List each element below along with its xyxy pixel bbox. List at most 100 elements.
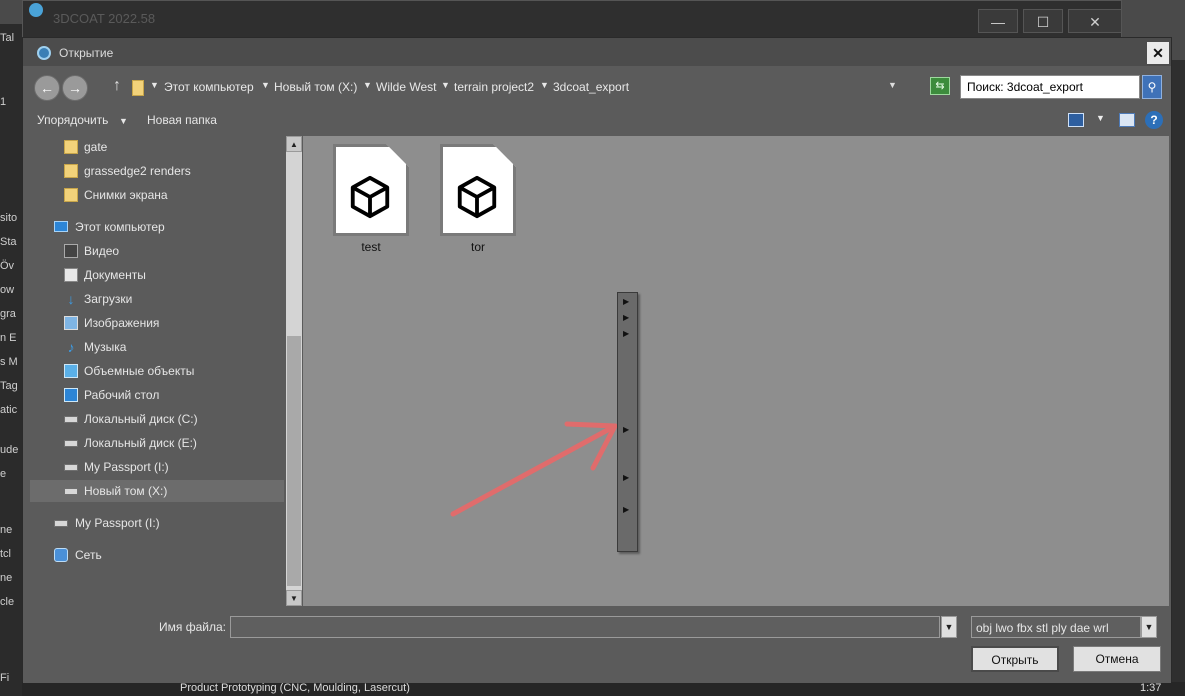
tree-item[interactable]: gate bbox=[30, 136, 284, 158]
tree-item[interactable]: Объемные объекты bbox=[30, 360, 284, 382]
filename-input[interactable] bbox=[230, 616, 940, 638]
scroll-up-arrow-icon[interactable]: ▲ bbox=[286, 136, 302, 152]
background-minimize-button[interactable]: — bbox=[978, 9, 1018, 33]
background-left-text: s M bbox=[0, 356, 18, 368]
tree-item-label: My Passport (I:) bbox=[75, 516, 160, 530]
submenu-arrow-icon[interactable]: ▶ bbox=[623, 425, 629, 434]
background-right-panel bbox=[1172, 60, 1185, 696]
background-maximize-button[interactable]: ☐ bbox=[1023, 9, 1063, 33]
tree-item[interactable]: Видео bbox=[30, 240, 284, 262]
dialog-toolbar: Упорядочить ▼ Новая папка ▼ ? bbox=[23, 107, 1171, 133]
help-icon[interactable]: ? bbox=[1145, 111, 1163, 129]
collapsed-context-menu[interactable]: ▶ ▶ ▶ ▶ ▶ ▶ bbox=[617, 292, 638, 552]
address-history-dropdown[interactable]: ▼ bbox=[888, 80, 897, 90]
tree-item[interactable]: Изображения bbox=[30, 312, 284, 334]
scroll-down-arrow-icon[interactable]: ▼ bbox=[286, 590, 302, 606]
background-left-text: Sta bbox=[0, 236, 17, 248]
tree-item-label: Объемные объекты bbox=[84, 364, 195, 378]
search-input[interactable] bbox=[967, 80, 1107, 94]
tree-item[interactable]: Локальный диск (E:) bbox=[30, 432, 284, 454]
refresh-button[interactable]: ⇆ bbox=[930, 77, 950, 95]
tree-item-selected[interactable]: Новый том (X:) bbox=[30, 480, 284, 502]
breadcrumb-item[interactable]: Новый том (X:) bbox=[274, 80, 357, 94]
back-button[interactable]: ← bbox=[34, 75, 60, 101]
organize-button[interactable]: Упорядочить bbox=[37, 113, 108, 127]
tree-item-label: Музыка bbox=[84, 340, 127, 354]
forward-button[interactable]: → bbox=[62, 75, 88, 101]
background-close-button[interactable]: ✕ bbox=[1068, 9, 1122, 33]
dialog-close-button[interactable]: ✕ bbox=[1147, 42, 1169, 64]
chevron-down-icon[interactable]: ▼ bbox=[441, 80, 450, 90]
chevron-down-icon[interactable]: ▼ bbox=[1141, 616, 1157, 638]
tree-item[interactable]: ↓ Загрузки bbox=[30, 288, 284, 310]
drive-icon bbox=[54, 520, 68, 527]
background-left-text: Öv bbox=[0, 260, 15, 272]
tree-item[interactable]: Рабочий стол bbox=[30, 384, 284, 406]
chevron-down-icon[interactable]: ▼ bbox=[941, 616, 957, 638]
submenu-arrow-icon[interactable]: ▶ bbox=[623, 297, 629, 306]
new-folder-button[interactable]: Новая папка bbox=[147, 113, 217, 127]
tree-item[interactable]: Локальный диск (C:) bbox=[30, 408, 284, 430]
submenu-arrow-icon[interactable]: ▶ bbox=[623, 505, 629, 514]
tree-item-label: Загрузки bbox=[84, 292, 133, 306]
address-bar[interactable]: ▼ Этот компьютер ▼ Новый том (X:) ▼ Wild… bbox=[128, 76, 904, 100]
open-button[interactable]: Открыть bbox=[971, 646, 1059, 672]
background-left-text: 1 bbox=[0, 96, 7, 108]
folder-icon bbox=[64, 188, 78, 202]
background-left-text: atic bbox=[0, 404, 18, 416]
view-mode-icon[interactable] bbox=[1068, 113, 1084, 127]
drive-icon bbox=[64, 416, 78, 423]
up-folder-icon[interactable]: ↑ bbox=[108, 77, 126, 97]
breadcrumb-item[interactable]: 3dcoat_export bbox=[553, 80, 629, 94]
tree-item[interactable]: My Passport (I:) bbox=[30, 512, 284, 534]
video-icon bbox=[64, 244, 78, 258]
background-bottom-text: Product Prototyping (CNC, Moulding, Lase… bbox=[180, 682, 410, 694]
file-list-area[interactable]: test tor ▶ ▶ ▶ ▶ ▶ ▶ bbox=[303, 136, 1169, 606]
app-logo-icon bbox=[29, 3, 43, 17]
chevron-down-icon[interactable]: ▼ bbox=[540, 80, 549, 90]
search-icon[interactable]: ⚲ bbox=[1142, 75, 1162, 99]
background-bottom-bar: Product Prototyping (CNC, Moulding, Lase… bbox=[22, 682, 1185, 696]
tree-item-label: Документы bbox=[84, 268, 146, 282]
submenu-arrow-icon[interactable]: ▶ bbox=[623, 313, 629, 322]
tree-item[interactable]: My Passport (I:) bbox=[30, 456, 284, 478]
navigation-scrollbar[interactable]: ▲ ▼ bbox=[286, 136, 302, 606]
background-left-text: gra bbox=[0, 308, 16, 320]
background-left-text: tcl bbox=[0, 548, 11, 560]
breadcrumb-item[interactable]: Этот компьютер bbox=[164, 80, 254, 94]
tree-item[interactable]: Этот компьютер bbox=[30, 216, 284, 238]
breadcrumb-item[interactable]: Wilde West bbox=[376, 80, 436, 94]
breadcrumb-item[interactable]: terrain project2 bbox=[454, 80, 534, 94]
background-app-title: 3DCOAT 2022.58 bbox=[53, 11, 156, 26]
dialog-titlebar: Открытие ✕ bbox=[23, 38, 1171, 66]
chevron-down-icon[interactable]: ▼ bbox=[261, 80, 270, 90]
background-left-text: ne bbox=[0, 524, 13, 536]
tree-item[interactable]: Документы bbox=[30, 264, 284, 286]
chevron-down-icon[interactable]: ▼ bbox=[119, 116, 128, 126]
tree-item-label: My Passport (I:) bbox=[84, 460, 169, 474]
filetype-select[interactable]: obj lwo fbx stl ply dae wrl bbox=[971, 616, 1141, 638]
background-left-text: sito bbox=[0, 212, 18, 224]
tree-item[interactable]: grassedge2 renders bbox=[30, 160, 284, 182]
music-icon: ♪ bbox=[67, 339, 75, 355]
submenu-arrow-icon[interactable]: ▶ bbox=[623, 473, 629, 482]
tree-item[interactable]: Снимки экрана bbox=[30, 184, 284, 206]
tree-item-label: Изображения bbox=[84, 316, 160, 330]
filename-label: Имя файла: bbox=[159, 620, 226, 634]
tree-item-label: grassedge2 renders bbox=[84, 164, 191, 178]
preview-pane-icon[interactable] bbox=[1119, 113, 1135, 127]
cancel-button[interactable]: Отмена bbox=[1073, 646, 1161, 672]
file-item[interactable]: tor bbox=[438, 144, 518, 254]
scroll-thumb[interactable] bbox=[287, 336, 301, 586]
search-box[interactable] bbox=[960, 75, 1140, 99]
chevron-down-icon[interactable]: ▼ bbox=[150, 80, 159, 90]
tree-item[interactable]: ♪ Музыка bbox=[30, 336, 284, 358]
submenu-arrow-icon[interactable]: ▶ bbox=[623, 329, 629, 338]
background-app-titlebar: 3DCOAT 2022.58 — ☐ ✕ bbox=[22, 0, 1122, 40]
chevron-down-icon[interactable]: ▼ bbox=[363, 80, 372, 90]
file-item[interactable]: test bbox=[331, 144, 411, 254]
tree-item-label: Видео bbox=[84, 244, 120, 258]
background-left-text: ne bbox=[0, 572, 13, 584]
tree-item[interactable]: Сеть bbox=[30, 544, 284, 566]
chevron-down-icon[interactable]: ▼ bbox=[1096, 113, 1105, 123]
